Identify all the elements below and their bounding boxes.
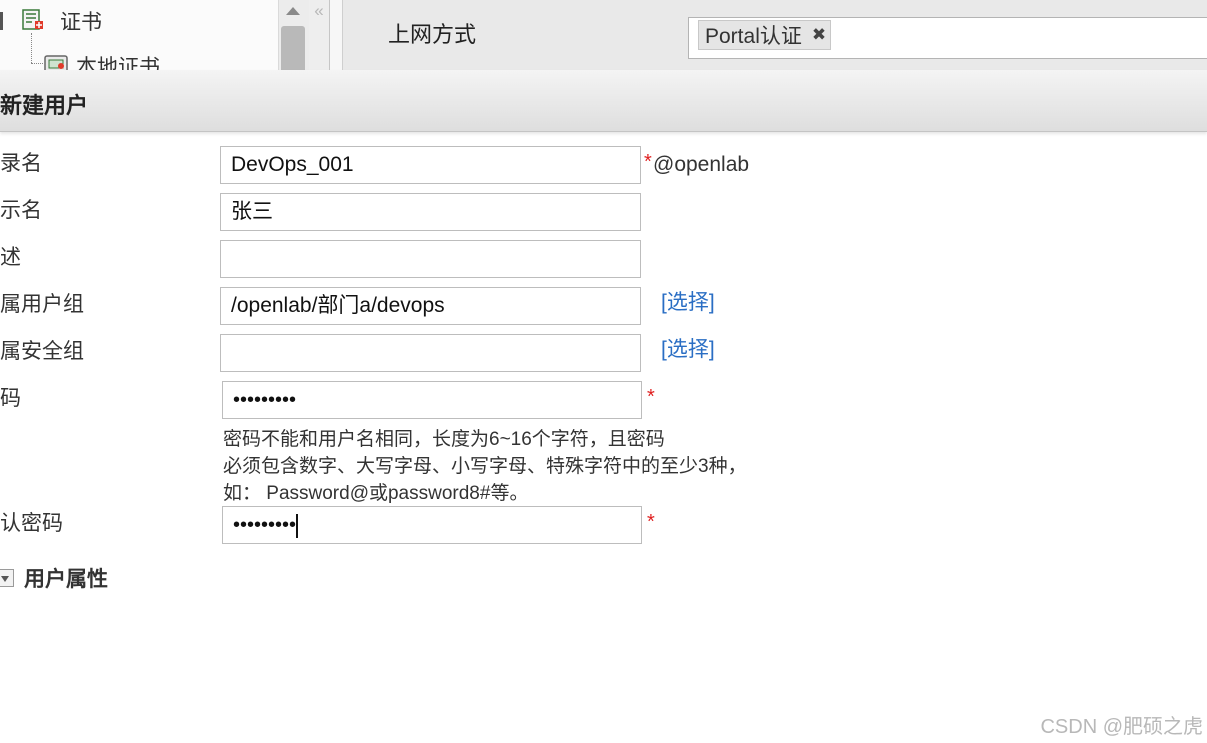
password-input[interactable]: ••••••••• (222, 381, 642, 419)
tree-connector (31, 63, 43, 64)
user-group-input[interactable]: /openlab/部门a/devops (220, 287, 641, 325)
collapse-sidebar-icon[interactable]: « (309, 0, 330, 70)
tree-edge (0, 12, 3, 30)
tree-item-certificate[interactable]: 证书 (60, 6, 102, 36)
description-input[interactable] (220, 240, 641, 278)
user-attributes-section[interactable]: 用户属性 (0, 563, 108, 593)
text-caret (296, 513, 299, 538)
confirm-password-mask: ••••••••• (233, 514, 297, 536)
dialog-title: 新建用户 (0, 94, 89, 119)
user-attributes-label: 用户属性 (24, 567, 108, 591)
scroll-up-arrow-icon[interactable] (286, 7, 300, 15)
confirm-password-input[interactable]: ••••••••• (222, 506, 642, 544)
description-label: 述 (0, 246, 21, 269)
required-mark: * (647, 511, 655, 533)
portal-tag-label: Portal认证 (705, 25, 802, 48)
login-name-label: 录名 (0, 152, 42, 175)
nav-tree: 证书 本地证书 (0, 0, 278, 70)
certificate-icon (22, 9, 43, 30)
portal-tag: Portal认证 ✖ (698, 20, 832, 50)
new-user-dialog: 新建用户 录名 DevOps_001 * @openlab 示名 张三 述 属用… (0, 70, 1207, 743)
user-group-label: 属用户组 (0, 293, 84, 316)
access-method-label: 上网方式 (388, 22, 477, 47)
local-certificate-icon (44, 55, 68, 70)
tree-connector (31, 33, 32, 63)
confirm-password-label: 认密码 (0, 512, 63, 535)
expand-toggle-icon[interactable] (0, 569, 14, 587)
security-group-input[interactable] (220, 334, 641, 372)
dialog-header: 新建用户 (0, 70, 1207, 132)
password-hint-line: 密码不能和用户名相同，长度为6~16个字符，且密码 (223, 429, 665, 450)
tree-item-local-certificate[interactable]: 本地证书 (76, 51, 160, 70)
password-hint: 密码不能和用户名相同，长度为6~16个字符，且密码 必须包含数字、大写字母、小写… (223, 426, 747, 507)
password-label: 码 (0, 387, 21, 410)
scrollbar-thumb[interactable] (281, 26, 305, 70)
background-page: 证书 本地证书 « 上网方式 Portal认证 ✖ (0, 0, 1207, 71)
password-hint-line: 如： Password@或password8#等。 (223, 483, 529, 504)
security-group-label: 属安全组 (0, 340, 84, 363)
display-name-label: 示名 (0, 199, 42, 222)
required-mark: * (647, 386, 655, 408)
remove-tag-icon[interactable]: ✖ (812, 25, 826, 45)
watermark: CSDN @肥硕之虎 (1040, 716, 1203, 738)
required-mark: * (644, 151, 652, 173)
password-hint-line: 必须包含数字、大写字母、小写字母、特殊字符中的至少3种， (223, 456, 747, 477)
display-name-input[interactable]: 张三 (220, 193, 641, 231)
select-security-group-link[interactable]: [选择] (661, 333, 715, 363)
login-name-input[interactable]: DevOps_001 (220, 146, 641, 184)
select-user-group-link[interactable]: [选择] (661, 286, 715, 316)
domain-suffix: @openlab (653, 153, 750, 176)
